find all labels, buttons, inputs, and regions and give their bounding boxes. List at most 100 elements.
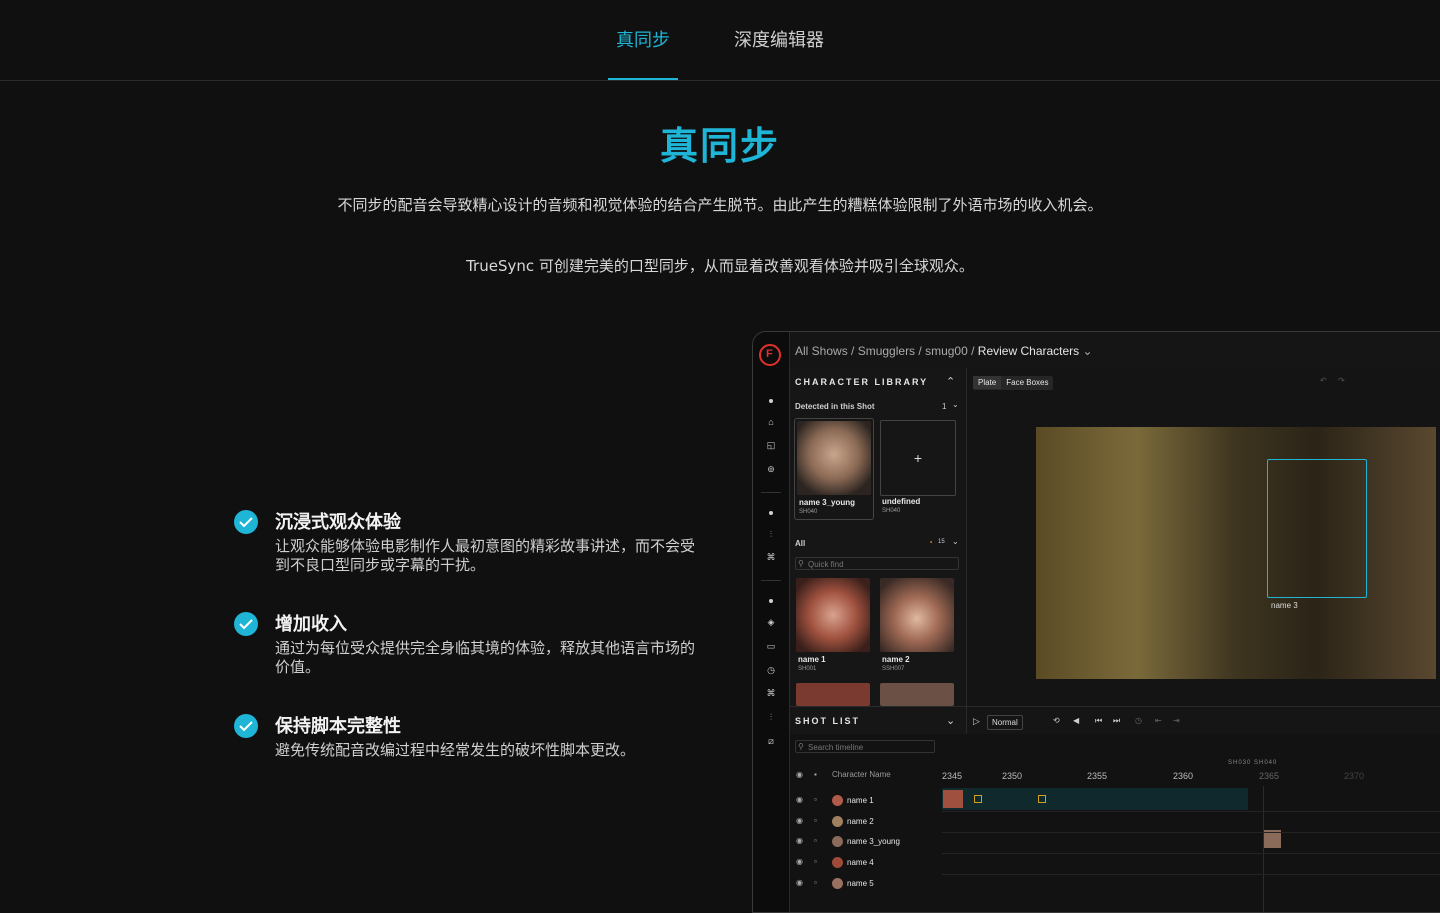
keyframe-marker[interactable] [974, 795, 982, 803]
app-window: F ⌂ ◱ ⊚ ⫶ ⌘ ◈ ▭ ◷ ⌘ ⫶ ⧄ All Shows / Smug… [752, 331, 1440, 913]
eye-icon[interactable]: ◉ [796, 816, 803, 825]
brand-logo-icon: F [759, 344, 781, 366]
character-name: name 1 [798, 655, 826, 664]
review-icon[interactable]: ◱ [765, 439, 777, 451]
clip-thumbnail [943, 790, 963, 808]
chevron-down-icon[interactable]: ⌄ [952, 400, 959, 409]
timeline-tick: 2370 [1344, 771, 1365, 781]
chevron-down-icon[interactable]: ⌄ [1083, 344, 1093, 358]
intro-paragraph: 不同步的配音会导致精心设计的音频和视觉体验的结合产生脱节。由此产生的糟糕体验限制… [337, 196, 1103, 214]
export-icon[interactable]: ⧄ [765, 735, 777, 747]
lock-icon[interactable]: ▫ [814, 857, 817, 866]
tab-true-sync[interactable]: 真同步 [616, 26, 670, 52]
character-row[interactable]: ◉ ▫ name 5 [790, 874, 940, 894]
chevron-down-icon[interactable]: ⌄ [952, 537, 959, 546]
eye-icon[interactable]: ◉ [796, 770, 803, 779]
tab-deep-editor[interactable]: 深度编辑器 [734, 26, 824, 52]
playback-controls: ▷ Normal ⟲ ◀ ⏮ ⏭ ◷ ⇤ ⇥ [967, 706, 1440, 735]
eye-icon[interactable]: ◉ [796, 795, 803, 804]
character-card[interactable]: name 1 SH001 [794, 576, 872, 676]
page-title: 真同步 [659, 124, 780, 168]
row-label: name 1 [847, 796, 874, 805]
face-box[interactable] [1267, 459, 1367, 598]
lock-icon[interactable]: ▫ [814, 836, 817, 845]
row-label: name 4 [847, 858, 874, 867]
row-label: name 2 [847, 817, 874, 826]
skip-back-icon[interactable]: ⏮ [1095, 716, 1102, 726]
crumb-smugglers[interactable]: Smugglers [858, 344, 915, 358]
character-row[interactable]: ◉ ▫ name 2 [790, 812, 940, 832]
feature-title: 保持脚本完整性 [275, 716, 401, 737]
lock-icon[interactable]: ▫ [814, 878, 817, 887]
face-box-label: name 3 [1271, 601, 1298, 610]
track-divider [942, 811, 1440, 812]
crumb-smug00[interactable]: smug00 [925, 344, 968, 358]
character-card[interactable]: name 2 SSH007 [878, 576, 956, 676]
character-thumbnail [880, 683, 954, 706]
active-tab-indicator [608, 78, 678, 80]
character-thumbnail [797, 421, 871, 495]
character-card[interactable]: + undefined SH040 [878, 418, 956, 518]
mark-in-icon[interactable]: ⇤ [1155, 716, 1162, 725]
keyframe-marker[interactable] [1038, 795, 1046, 803]
character-shot: SH040 [882, 508, 901, 514]
tab-face-boxes[interactable]: Face Boxes [1001, 376, 1053, 389]
volume-icon[interactable]: ◀ [1073, 716, 1079, 725]
feature-title: 沉浸式观众体验 [275, 512, 401, 533]
chevron-up-icon[interactable]: ⌃ [946, 375, 955, 388]
check-icon [234, 612, 258, 636]
face-scan-icon[interactable]: ⌘ [765, 687, 777, 699]
search-icon[interactable]: ⊚ [765, 463, 777, 475]
search-timeline-input[interactable]: Search timeline [795, 740, 935, 753]
skip-forward-icon[interactable]: ⏭ [1113, 716, 1120, 726]
clock-icon[interactable]: ◷ [1135, 716, 1142, 725]
undo-icon[interactable]: ↶ [1320, 376, 1327, 385]
check-icon [234, 714, 258, 738]
folder-icon[interactable]: ▭ [765, 640, 777, 652]
side-rail: F ⌂ ◱ ⊚ ⫶ ⌘ ◈ ▭ ◷ ⌘ ⫶ ⧄ [753, 332, 790, 912]
character-thumbnail [796, 683, 870, 706]
search-icon: ⚲ [798, 559, 804, 568]
clock-icon[interactable]: ◷ [765, 664, 777, 676]
waveform-icon[interactable]: ⫶ [765, 711, 777, 723]
play-icon[interactable]: ▷ [973, 716, 980, 727]
track-divider [942, 832, 1440, 833]
waveform-icon[interactable]: ⫶ [765, 528, 777, 540]
face-scan-icon[interactable]: ⌘ [765, 551, 777, 563]
quick-find-input[interactable]: Quick find [795, 557, 959, 570]
dot-icon [769, 511, 773, 515]
mark-out-icon[interactable]: ⇥ [1173, 716, 1180, 725]
lock-icon[interactable]: ▪ [814, 770, 817, 779]
speed-select[interactable]: Normal [987, 715, 1023, 730]
character-shot: SSH007 [882, 666, 905, 672]
feature-title: 增加收入 [275, 614, 347, 635]
track-divider [942, 853, 1440, 854]
avatar [832, 878, 843, 889]
rail-divider [761, 580, 781, 581]
timeline-tick: 2350 [1002, 771, 1023, 781]
loop-icon[interactable]: ⟲ [1053, 716, 1060, 725]
eye-icon[interactable]: ◉ [796, 857, 803, 866]
detected-label: Detected in this Shot [795, 402, 875, 411]
add-character-icon[interactable]: + [880, 420, 956, 496]
crumb-all-shows[interactable]: All Shows [795, 344, 848, 358]
truesync-paragraph: TrueSync 可创建完美的口型同步，从而显着改善观看体验并吸引全球观众。 [466, 257, 974, 275]
redo-icon[interactable]: ↷ [1338, 376, 1345, 385]
layers-icon[interactable]: ◈ [765, 616, 777, 628]
avatar [832, 795, 843, 806]
lock-icon[interactable]: ▫ [814, 816, 817, 825]
all-label: All [795, 539, 806, 548]
character-row[interactable]: ◉ ▫ name 1 [790, 791, 940, 811]
character-card[interactable]: name 3_young SH040 [794, 418, 874, 520]
crumb-review-characters[interactable]: Review Characters [978, 344, 1079, 358]
video-frame: name 3 [1036, 427, 1436, 679]
character-row[interactable]: ◉ ▫ name 4 [790, 853, 940, 873]
home-icon[interactable]: ⌂ [765, 416, 777, 428]
eye-icon[interactable]: ◉ [796, 836, 803, 845]
lock-icon[interactable]: ▫ [814, 795, 817, 804]
track-clip[interactable] [942, 788, 1248, 810]
tab-plate[interactable]: Plate [973, 376, 1002, 389]
eye-icon[interactable]: ◉ [796, 878, 803, 887]
chevron-down-icon[interactable]: ⌄ [946, 714, 955, 727]
character-row[interactable]: ◉ ▫ name 3_young [790, 832, 940, 852]
